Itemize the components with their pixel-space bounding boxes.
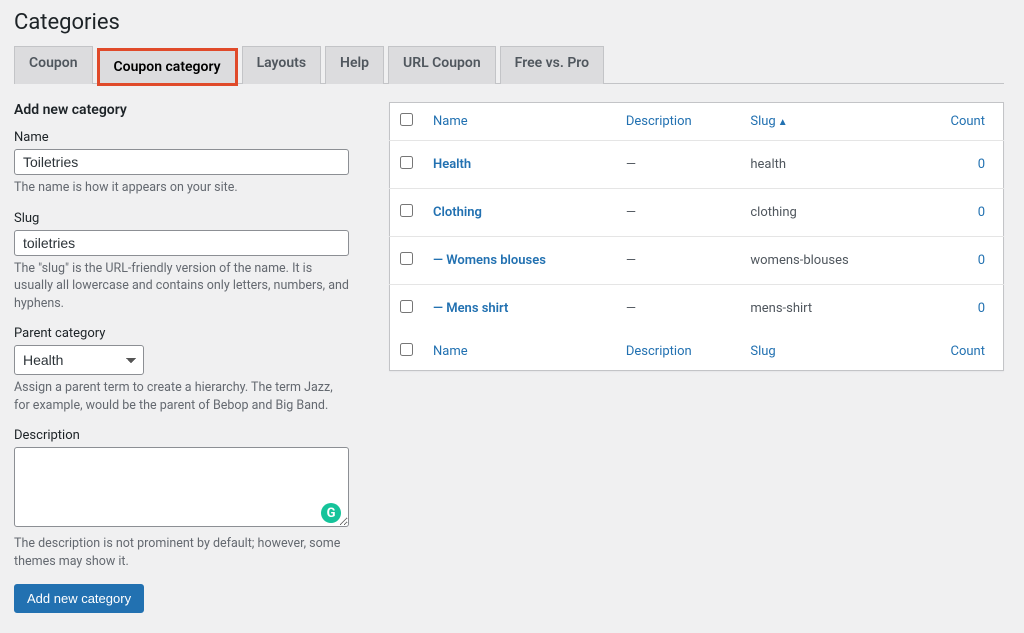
slug-input[interactable] (14, 230, 349, 256)
table-row: — Mens shirt —mens-shirt 0 (390, 285, 1004, 333)
tab-free-vs-pro[interactable]: Free vs. Pro (500, 46, 604, 84)
col-name-header[interactable]: Name (433, 114, 468, 129)
col-description-footer[interactable]: Description (626, 344, 692, 359)
row-count-link[interactable]: 0 (978, 253, 985, 268)
parent-label: Parent category (14, 326, 349, 341)
row-checkbox[interactable] (400, 252, 413, 265)
col-name-footer[interactable]: Name (433, 344, 468, 359)
row-checkbox[interactable] (400, 156, 413, 169)
row-name-link[interactable]: Health (433, 157, 471, 172)
tab-layouts[interactable]: Layouts (242, 46, 321, 84)
sort-asc-icon: ▲ (778, 117, 788, 128)
row-name-link[interactable]: — Mens shirt (433, 301, 508, 316)
parent-select[interactable]: Health (14, 345, 144, 375)
category-table: Name Description Slug▲ Count Health—heal… (389, 102, 1004, 371)
row-checkbox[interactable] (400, 204, 413, 217)
table-row: — Womens blouses —womens-blouses 0 (390, 237, 1004, 285)
row-description: — (616, 189, 741, 237)
row-count-link[interactable]: 0 (978, 157, 985, 172)
row-slug: clothing (740, 189, 912, 237)
parent-hint: Assign a parent term to create a hierarc… (14, 379, 349, 414)
row-count-link[interactable]: 0 (978, 301, 985, 316)
tab-help[interactable]: Help (325, 46, 384, 84)
select-all-top-checkbox[interactable] (400, 113, 413, 126)
tab-bar: CouponCoupon categoryLayoutsHelpURL Coup… (14, 45, 1004, 84)
form-heading: Add new category (14, 102, 349, 118)
row-description: — (616, 141, 741, 189)
description-textarea[interactable] (14, 447, 349, 527)
row-name-link[interactable]: Clothing (433, 205, 482, 220)
page-title: Categories (14, 10, 1004, 35)
row-slug: womens-blouses (740, 237, 912, 285)
tab-url-coupon[interactable]: URL Coupon (388, 46, 496, 84)
name-input[interactable] (14, 149, 349, 175)
col-slug-header[interactable]: Slug▲ (750, 114, 787, 129)
name-label: Name (14, 130, 349, 145)
col-slug-footer[interactable]: Slug (750, 344, 775, 359)
row-slug: health (740, 141, 912, 189)
select-all-bottom-checkbox[interactable] (400, 343, 413, 356)
add-category-button[interactable]: Add new category (14, 584, 144, 613)
tab-coupon[interactable]: Coupon (14, 46, 93, 84)
description-label: Description (14, 428, 349, 443)
row-checkbox[interactable] (400, 300, 413, 313)
col-count-footer[interactable]: Count (951, 344, 985, 359)
row-slug: mens-shirt (740, 285, 912, 333)
slug-hint: The "slug" is the URL-friendly version o… (14, 260, 349, 313)
description-hint: The description is not prominent by defa… (14, 535, 349, 570)
name-hint: The name is how it appears on your site. (14, 179, 349, 197)
slug-label: Slug (14, 211, 349, 226)
row-description: — (616, 237, 741, 285)
grammarly-icon[interactable]: G (321, 503, 341, 523)
col-description-header[interactable]: Description (626, 114, 692, 129)
row-name-link[interactable]: — Womens blouses (433, 253, 546, 268)
col-count-header[interactable]: Count (951, 114, 985, 129)
tab-coupon-category[interactable]: Coupon category (97, 48, 238, 86)
table-row: Clothing —clothing 0 (390, 189, 1004, 237)
table-row: Health —health 0 (390, 141, 1004, 189)
row-description: — (616, 285, 741, 333)
row-count-link[interactable]: 0 (978, 205, 985, 220)
